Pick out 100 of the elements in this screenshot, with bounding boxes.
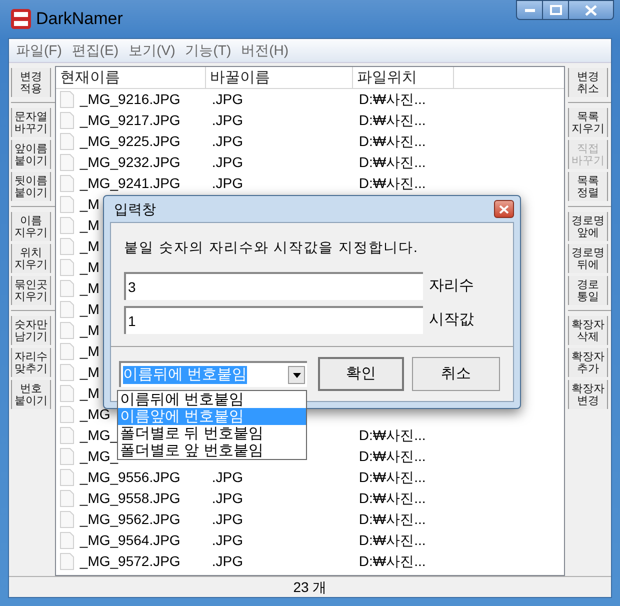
side-button[interactable]: 앞이름 붙이기 bbox=[11, 140, 51, 169]
file-icon bbox=[60, 112, 74, 129]
side-button[interactable]: 뒷이름 붙이기 bbox=[11, 172, 51, 201]
table-cell: .JPG bbox=[212, 511, 244, 527]
menu-item[interactable]: 버전(H) bbox=[241, 40, 289, 61]
table-cell-text: _M bbox=[80, 321, 100, 340]
table-cell: .JPG bbox=[212, 91, 244, 107]
side-button[interactable]: 묶인곳 지우기 bbox=[11, 276, 51, 305]
ok-button[interactable]: 확인 bbox=[318, 357, 404, 391]
table-cell-text: _MG_9216.JPG bbox=[80, 90, 180, 109]
menu-item[interactable]: 파일(F) bbox=[16, 40, 62, 61]
table-cell: D:₩사진... bbox=[358, 175, 426, 191]
side-button[interactable]: 확장자 변경 bbox=[568, 380, 608, 409]
table-cell: D:₩사진... bbox=[358, 490, 426, 506]
table-cell-text: _M bbox=[80, 363, 100, 382]
side-button[interactable]: 경로명 뒤에 bbox=[568, 244, 608, 273]
file-icon bbox=[60, 343, 74, 360]
table-cell-text: _M bbox=[80, 216, 100, 235]
minimize-button[interactable] bbox=[516, 0, 543, 20]
table-cell: D:₩사진... bbox=[358, 532, 426, 548]
table-cell: .JPG bbox=[212, 469, 244, 485]
table-cell-text: _M bbox=[80, 300, 100, 319]
file-icon bbox=[60, 553, 74, 570]
table-cell: .JPG bbox=[212, 133, 244, 149]
close-icon bbox=[585, 4, 597, 16]
file-icon bbox=[60, 133, 74, 150]
app-icon bbox=[10, 8, 32, 30]
dropdown-arrow-icon bbox=[292, 372, 301, 378]
file-icon bbox=[60, 406, 74, 423]
side-button[interactable]: 목록 지우기 bbox=[568, 108, 608, 137]
table-cell-text: _MG_9558.JPG bbox=[80, 489, 180, 508]
dropdown-option[interactable]: 폴더별로 앞 번호붙임 bbox=[118, 442, 306, 459]
number-field[interactable]: 1 bbox=[124, 306, 423, 334]
table-cell-text: _M bbox=[80, 384, 100, 403]
file-icon bbox=[60, 427, 74, 444]
file-icon bbox=[60, 532, 74, 549]
column-header[interactable]: 바꿀이름 bbox=[206, 67, 353, 88]
table-cell-text: _MG_9225.JPG bbox=[80, 132, 180, 151]
table-cell: D:₩사진... bbox=[358, 427, 426, 443]
column-header[interactable]: 현재이름 bbox=[56, 67, 206, 88]
dropdown-option[interactable]: 폴더별로 뒤 번호붙임 bbox=[118, 425, 306, 442]
side-button[interactable]: 자리수 맞추기 bbox=[11, 348, 51, 377]
side-button[interactable]: 확장자 삭제 bbox=[568, 316, 608, 345]
side-button[interactable]: 경로명 앞에 bbox=[568, 212, 608, 241]
field-label: 시작값 bbox=[429, 310, 474, 330]
table-cell-text: _MG_9241.JPG bbox=[80, 174, 180, 193]
table-cell-text: _M bbox=[80, 342, 100, 361]
number-field[interactable]: 3 bbox=[124, 272, 423, 300]
file-icon bbox=[60, 154, 74, 171]
menu-item[interactable]: 보기(V) bbox=[128, 40, 176, 61]
table-cell-text: _M bbox=[80, 237, 100, 256]
side-button[interactable]: 위치 지우기 bbox=[11, 244, 51, 273]
file-icon bbox=[60, 238, 74, 255]
side-button[interactable]: 숫자만 남기기 bbox=[11, 316, 51, 345]
table-cell-text: _MG_9572.JPG bbox=[80, 552, 180, 571]
table-cell: D:₩사진... bbox=[358, 133, 426, 149]
close-button[interactable] bbox=[494, 200, 514, 218]
close-button[interactable] bbox=[569, 0, 614, 20]
table-cell: D:₩사진... bbox=[358, 91, 426, 107]
table-cell: .JPG bbox=[212, 553, 244, 569]
column-header[interactable]: 파일위치 bbox=[352, 67, 454, 88]
side-button[interactable]: 목록 정렬 bbox=[568, 172, 608, 201]
maximize-icon bbox=[550, 5, 562, 15]
side-button[interactable]: 이름 지우기 bbox=[11, 212, 51, 241]
close-icon bbox=[499, 204, 509, 214]
side-button[interactable]: 변경 적용 bbox=[11, 68, 51, 97]
table-cell: D:₩사진... bbox=[358, 511, 426, 527]
table-cell-text: _MG_9562.JPG bbox=[80, 510, 180, 529]
table-cell: .JPG bbox=[212, 532, 244, 548]
table-cell: .JPG bbox=[212, 112, 244, 128]
file-icon bbox=[60, 196, 74, 213]
file-icon bbox=[60, 175, 74, 192]
side-button[interactable]: 번호 붙이기 bbox=[11, 380, 51, 409]
side-button[interactable]: 변경 취소 bbox=[568, 68, 608, 97]
side-button[interactable]: 문자열 바꾸기 bbox=[11, 108, 51, 137]
dropdown-option[interactable]: 이름뒤에 번호붙임 bbox=[118, 391, 306, 408]
minimize-icon bbox=[524, 8, 534, 12]
cancel-button[interactable]: 취소 bbox=[412, 357, 500, 391]
field-label: 자리수 bbox=[429, 276, 474, 296]
menu-item[interactable]: 기능(T) bbox=[185, 40, 232, 61]
file-icon bbox=[60, 511, 74, 528]
status-bar: 23 개 bbox=[9, 576, 611, 597]
file-icon bbox=[60, 448, 74, 465]
file-icon bbox=[60, 490, 74, 507]
side-button[interactable]: 확장자 추가 bbox=[568, 348, 608, 377]
file-icon bbox=[60, 217, 74, 234]
side-button[interactable]: 경로 통일 bbox=[568, 276, 608, 305]
file-icon bbox=[60, 91, 74, 108]
table-cell-text: _M bbox=[80, 279, 100, 298]
menu-item[interactable]: 편집(E) bbox=[72, 40, 119, 61]
file-icon bbox=[60, 364, 74, 381]
table-cell: D:₩사진... bbox=[358, 448, 426, 464]
table-cell-text: _M bbox=[80, 195, 100, 214]
table-cell: .JPG bbox=[212, 490, 244, 506]
table-cell-text: _MG bbox=[80, 405, 110, 424]
table-cell: D:₩사진... bbox=[358, 112, 426, 128]
dialog-message: 붙일 숫자의 자리수와 시작값을 지정합니다. bbox=[124, 238, 420, 257]
table-cell-text: _MG_9564.JPG bbox=[80, 531, 180, 550]
table-cell-text: _MG_9217.JPG bbox=[80, 111, 180, 130]
maximize-button[interactable] bbox=[543, 0, 569, 20]
